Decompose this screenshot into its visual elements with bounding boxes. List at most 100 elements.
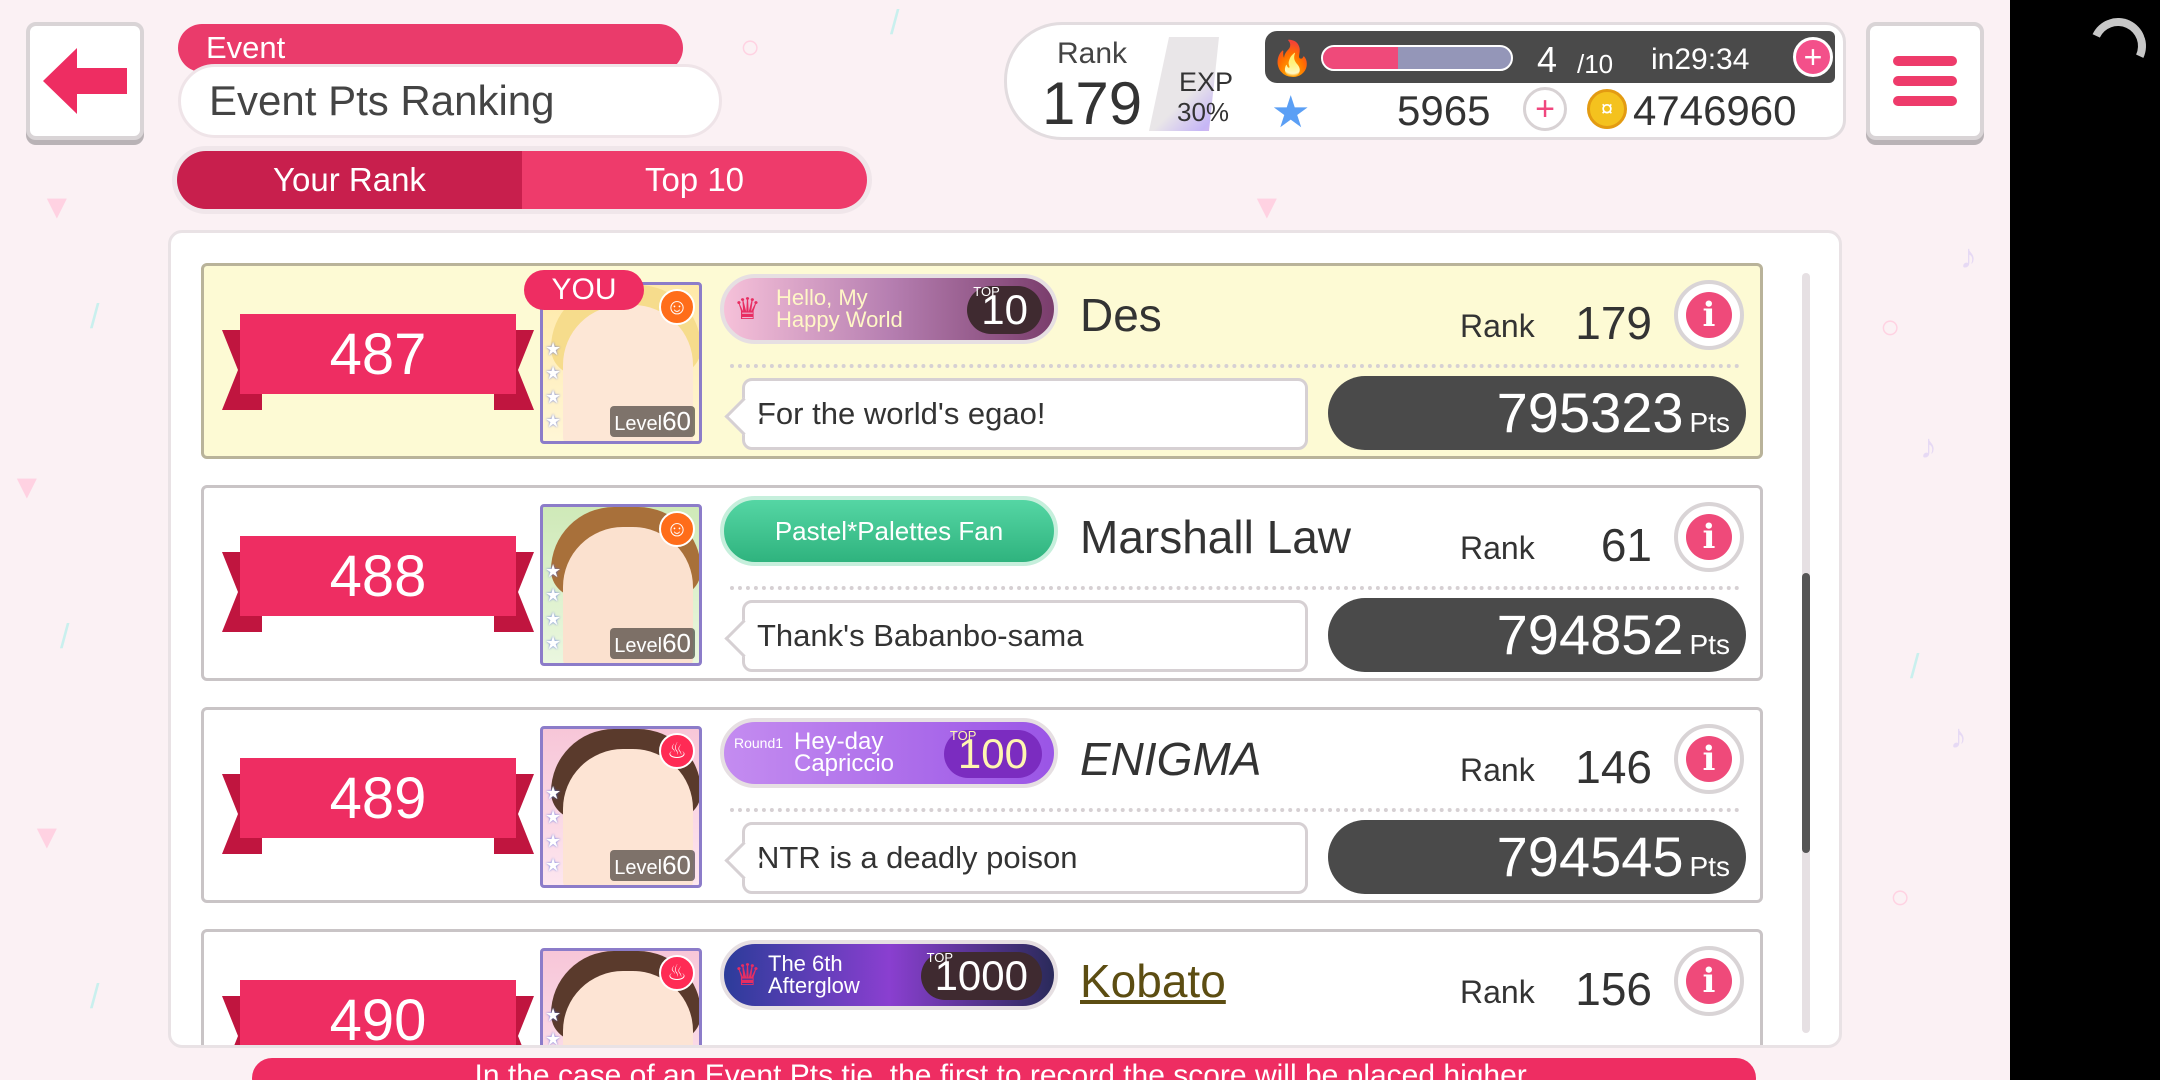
happy-attribute-icon: ☺ xyxy=(659,289,695,325)
info-icon: i xyxy=(1686,958,1732,1004)
event-points-value: 794545 xyxy=(1496,825,1684,888)
member-card-avatar[interactable]: ★ ★ ★ ★ ☺ Level60 xyxy=(540,504,702,666)
player-info-button[interactable]: i xyxy=(1674,280,1744,350)
card-level: Level60 xyxy=(610,850,695,881)
placement-number: 489 xyxy=(240,758,516,838)
member-card-avatar[interactable]: ★ ★ ★ ★ ♨ Level60 xyxy=(540,726,702,888)
placement-number: 490 xyxy=(240,980,516,1045)
player-info-button[interactable]: i xyxy=(1674,502,1744,572)
event-points-unit: Pts xyxy=(1689,851,1730,882)
heart-decoration-icon: ▼ xyxy=(40,188,74,226)
scrollbar-thumb[interactable] xyxy=(1802,573,1810,853)
star-gem-icon: ★ xyxy=(1271,88,1311,137)
game-screen: ▼ / ▼ / ▼ / ○ / ▼ ♪ ○ ♪ / ♪ ○ Event Even… xyxy=(0,0,2010,1080)
event-points: 794545 Pts xyxy=(1328,820,1746,894)
live-boost-timer: in29:34 xyxy=(1651,43,1750,76)
player-info-button[interactable]: i xyxy=(1674,946,1744,1016)
title-badge: ♛ Hello, My Happy World TOP 10 xyxy=(720,274,1058,344)
cool-attribute-icon: ♨ xyxy=(659,733,695,769)
add-live-boost-button[interactable]: + xyxy=(1793,37,1833,77)
hamburger-menu-icon xyxy=(1893,56,1957,66)
happy-attribute-icon: ☺ xyxy=(659,511,695,547)
event-points-value: 795323 xyxy=(1496,381,1684,444)
event-points-unit: Pts xyxy=(1689,407,1730,438)
crown-icon: ♛ xyxy=(734,959,761,992)
hamburger-menu-icon xyxy=(1893,96,1957,106)
circle-decoration-icon: ○ xyxy=(1880,308,1901,346)
tab-top-10[interactable]: Top 10 xyxy=(522,151,867,209)
add-stars-button[interactable]: + xyxy=(1523,87,1567,131)
rarity-stars-icon: ★★★★ xyxy=(545,1005,562,1048)
live-boost-count: 4 xyxy=(1537,39,1558,80)
ranking-row: 488 ★ ★ ★ ★ ☺ Level60 Pastel*Palettes Fan M… xyxy=(201,485,1763,681)
exp-percent: 30% xyxy=(1177,97,1230,127)
player-comment: NTR is a deadly poison xyxy=(742,822,1308,894)
title-badge-rank: TOP 10 xyxy=(967,284,1042,334)
heart-decoration-icon: ▼ xyxy=(10,468,44,506)
title-badge: Round1 Hey-day Capriccio TOP 100 xyxy=(720,718,1058,788)
player-rank: 156 xyxy=(1575,963,1652,1015)
placement-ribbon: 490 xyxy=(222,980,534,1045)
placement-ribbon: 488 xyxy=(222,536,534,632)
dash-decoration-icon: / xyxy=(1910,648,1920,686)
tie-rule-note: In the case of an Event Pts tie, the fir… xyxy=(252,1058,1756,1080)
event-points-value: 794852 xyxy=(1496,603,1684,666)
menu-button[interactable] xyxy=(1866,22,1984,140)
stars-count: 5965 xyxy=(1397,87,1491,134)
info-icon: i xyxy=(1686,292,1732,338)
title-badge-text: The 6th Afterglow xyxy=(768,951,860,998)
exp-label: EXP xyxy=(1179,67,1234,97)
dash-decoration-icon: / xyxy=(90,298,100,336)
title-badge-text: Hello, My Happy World xyxy=(776,285,903,332)
ranking-tabs: Your Rank Top 10 xyxy=(172,146,872,214)
crown-icon: ♛ xyxy=(734,293,761,326)
ranking-row: 490 ★★★★ ♨ ♛ The 6th Afterglow TOP1000 K… xyxy=(201,929,1763,1048)
hamburger-menu-icon xyxy=(1893,76,1957,86)
info-icon: i xyxy=(1686,736,1732,782)
divider xyxy=(730,586,1740,590)
player-comment: Thank's Babanbo-sama xyxy=(742,600,1308,672)
divider xyxy=(730,808,1740,812)
live-boost-gauge xyxy=(1321,45,1513,71)
placement-ribbon: 489 xyxy=(222,758,534,854)
rank-label: Rank xyxy=(1460,530,1535,566)
player-name: Des xyxy=(1080,289,1162,341)
rarity-stars-icon: ★★★★ xyxy=(545,561,562,653)
member-card-avatar[interactable]: ★★★★ ♨ xyxy=(540,948,702,1048)
ranking-row: 487 YOU ★ ★ ★ ★ ☺ Level60 ♛ Hello, My Happy… xyxy=(201,263,1763,459)
event-points-unit: Pts xyxy=(1689,629,1730,660)
title-badge-round: Round1 xyxy=(734,735,784,751)
circle-decoration-icon: ○ xyxy=(740,28,761,66)
dash-decoration-icon: / xyxy=(890,4,900,42)
rarity-stars-icon: ★★★★ xyxy=(545,339,562,431)
event-points: 795323 Pts xyxy=(1328,376,1746,450)
ranking-list[interactable]: 487 YOU ★ ★ ★ ★ ☺ Level60 ♛ Hello, My Happy… xyxy=(168,230,1842,1048)
list-scrollbar[interactable] xyxy=(1802,273,1810,1033)
info-icon: i xyxy=(1686,514,1732,560)
player-name-link[interactable]: Kobato xyxy=(1080,954,1226,1008)
back-button[interactable] xyxy=(26,22,144,140)
player-info-button[interactable]: i xyxy=(1674,724,1744,794)
note-decoration-icon: ♪ xyxy=(1960,238,1977,276)
circle-decoration-icon: ○ xyxy=(1890,878,1911,916)
player-comment: For the world's egao! xyxy=(742,378,1308,450)
coin-icon: ¤ xyxy=(1587,89,1627,129)
dash-decoration-icon: / xyxy=(60,618,70,656)
player-rank: 179 xyxy=(1575,297,1652,349)
player-name: Marshall Law xyxy=(1080,511,1351,563)
player-status-panel: Rank 179 EXP 30% 🔥 4 /10 in29:34 + ★ 596… xyxy=(1004,22,1846,140)
title-badge-rank: TOP 1000 xyxy=(920,950,1042,1000)
divider xyxy=(730,364,1740,368)
page-title: Event Pts Ranking xyxy=(178,64,722,138)
placement-ribbon: 487 xyxy=(222,314,534,410)
tab-your-rank[interactable]: Your Rank xyxy=(177,151,522,209)
title-badge-text: Hey-day Capriccio xyxy=(794,728,895,777)
ranking-row: 489 ★ ★ ★ ★ ♨ Level60 Round1 Hey-day Capric… xyxy=(201,707,1763,903)
card-level: Level60 xyxy=(610,628,695,659)
live-boost-bar: 🔥 4 /10 in29:34 + xyxy=(1265,31,1835,83)
placement-number: 487 xyxy=(240,314,516,394)
player-rank-label: Rank xyxy=(1057,37,1128,70)
rarity-stars-icon: ★★★★ xyxy=(545,783,562,875)
dash-decoration-icon: / xyxy=(90,978,100,1016)
event-points: 794852 Pts xyxy=(1328,598,1746,672)
